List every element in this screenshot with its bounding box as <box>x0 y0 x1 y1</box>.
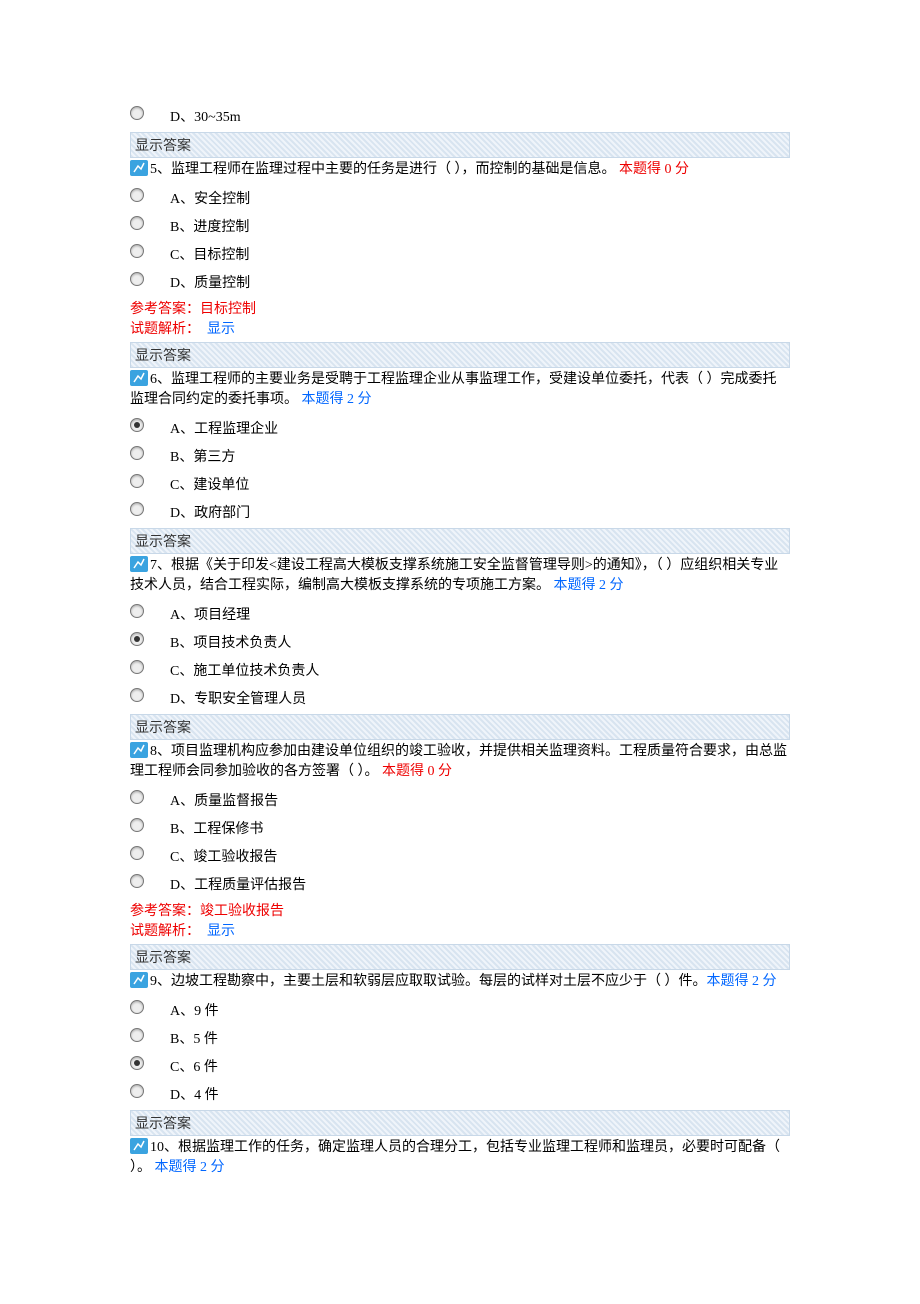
radio-unchecked-icon[interactable] <box>130 446 144 460</box>
option-text: D、30~35m <box>170 106 241 126</box>
pin-icon <box>130 972 148 988</box>
radio-unchecked-icon[interactable] <box>130 660 144 674</box>
question-text: 8、项目监理机构应参加由建设单位组织的竣工验收，并提供相关监理资料。工程质量符合… <box>130 742 790 782</box>
option-text: D、4 件 <box>170 1084 219 1104</box>
show-link[interactable]: 显示 <box>207 322 235 337</box>
list-item: C、建设单位 <box>130 472 790 496</box>
option-text: D、专职安全管理人员 <box>170 688 306 708</box>
option-text: A、安全控制 <box>170 188 250 208</box>
option-text: C、目标控制 <box>170 244 249 264</box>
question-text: 9、边坡工程勘察中，主要土层和软弱层应取取试验。每层的试样对土层不应少于（ ）件… <box>130 972 790 992</box>
show-answer-bar[interactable]: 显示答案 <box>130 714 790 740</box>
pin-icon <box>130 370 148 386</box>
radio-checked-icon[interactable] <box>130 418 144 432</box>
option-text: B、工程保修书 <box>170 818 263 838</box>
option-text: D、质量控制 <box>170 272 250 292</box>
radio-unchecked-icon[interactable] <box>130 846 144 860</box>
list-item: B、项目技术负责人 <box>130 630 790 654</box>
list-item: D、30~35m <box>130 104 790 128</box>
question-text: 10、根据监理工作的任务，确定监理人员的合理分工，包括专业监理工程师和监理员，必… <box>130 1138 790 1178</box>
option-text: A、9 件 <box>170 1000 219 1020</box>
radio-unchecked-icon[interactable] <box>130 790 144 804</box>
pin-icon <box>130 742 148 758</box>
radio-unchecked-icon[interactable] <box>130 874 144 888</box>
analysis-row: 试题解析： 显示 <box>130 920 790 940</box>
pin-icon <box>130 556 148 572</box>
list-item: D、专职安全管理人员 <box>130 686 790 710</box>
radio-unchecked-icon[interactable] <box>130 474 144 488</box>
list-item: B、5 件 <box>130 1026 790 1050</box>
radio-unchecked-icon[interactable] <box>130 502 144 516</box>
show-answer-bar[interactable]: 显示答案 <box>130 944 790 970</box>
analysis-row: 试题解析： 显示 <box>130 318 790 338</box>
pin-icon <box>130 1138 148 1154</box>
list-item: B、进度控制 <box>130 214 790 238</box>
radio-checked-icon[interactable] <box>130 632 144 646</box>
list-item: A、安全控制 <box>130 186 790 210</box>
list-item: B、工程保修书 <box>130 816 790 840</box>
list-item: D、工程质量评估报告 <box>130 872 790 896</box>
answer-reference: 参考答案：竣工验收报告 <box>130 900 790 920</box>
show-answer-bar[interactable]: 显示答案 <box>130 132 790 158</box>
option-text: B、进度控制 <box>170 216 249 236</box>
list-item: D、质量控制 <box>130 270 790 294</box>
option-text: C、施工单位技术负责人 <box>170 660 319 680</box>
question-text: 7、根据《关于印发<建设工程高大模板支撑系统施工安全监督管理导则>的通知》，（ … <box>130 556 790 596</box>
radio-unchecked-icon[interactable] <box>130 1028 144 1042</box>
option-text: A、工程监理企业 <box>170 418 278 438</box>
option-text: A、项目经理 <box>170 604 250 624</box>
list-item: C、目标控制 <box>130 242 790 266</box>
question-text: 5、监理工程师在监理过程中主要的任务是进行（ ），而控制的基础是信息。 本题得 … <box>130 160 790 180</box>
list-item: C、6 件 <box>130 1054 790 1078</box>
show-link[interactable]: 显示 <box>207 924 235 939</box>
list-item: A、项目经理 <box>130 602 790 626</box>
pin-icon <box>130 160 148 176</box>
radio-checked-icon[interactable] <box>130 1056 144 1070</box>
radio-unchecked-icon[interactable] <box>130 272 144 286</box>
list-item: D、政府部门 <box>130 500 790 524</box>
option-text: A、质量监督报告 <box>170 790 278 810</box>
show-answer-bar[interactable]: 显示答案 <box>130 528 790 554</box>
list-item: C、竣工验收报告 <box>130 844 790 868</box>
radio-unchecked-icon[interactable] <box>130 604 144 618</box>
radio-unchecked-icon[interactable] <box>130 688 144 702</box>
list-item: C、施工单位技术负责人 <box>130 658 790 682</box>
list-item: A、质量监督报告 <box>130 788 790 812</box>
radio-unchecked-icon[interactable] <box>130 818 144 832</box>
option-text: D、工程质量评估报告 <box>170 874 306 894</box>
radio-unchecked-icon[interactable] <box>130 1084 144 1098</box>
answer-reference: 参考答案：目标控制 <box>130 298 790 318</box>
list-item: D、4 件 <box>130 1082 790 1106</box>
question-text: 6、监理工程师的主要业务是受聘于工程监理企业从事监理工作，受建设单位委托，代表（… <box>130 370 790 410</box>
option-text: B、第三方 <box>170 446 235 466</box>
radio-unchecked-icon[interactable] <box>130 1000 144 1014</box>
option-text: C、6 件 <box>170 1056 218 1076</box>
list-item: A、9 件 <box>130 998 790 1022</box>
option-text: B、项目技术负责人 <box>170 632 291 652</box>
radio-unchecked-icon[interactable] <box>130 244 144 258</box>
option-text: B、5 件 <box>170 1028 218 1048</box>
radio-unchecked-icon[interactable] <box>130 188 144 202</box>
radio-unchecked-icon[interactable] <box>130 106 144 120</box>
list-item: B、第三方 <box>130 444 790 468</box>
list-item: A、工程监理企业 <box>130 416 790 440</box>
option-text: C、竣工验收报告 <box>170 846 277 866</box>
option-text: D、政府部门 <box>170 502 250 522</box>
show-answer-bar[interactable]: 显示答案 <box>130 342 790 368</box>
option-text: C、建设单位 <box>170 474 249 494</box>
radio-unchecked-icon[interactable] <box>130 216 144 230</box>
show-answer-bar[interactable]: 显示答案 <box>130 1110 790 1136</box>
